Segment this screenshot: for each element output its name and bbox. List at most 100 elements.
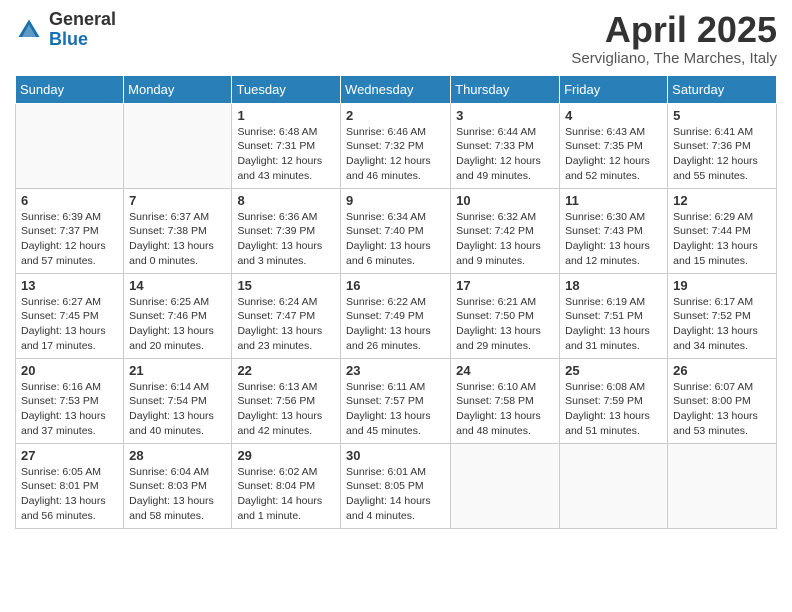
logo: General Blue (15, 10, 116, 50)
day-info: Sunrise: 6:27 AMSunset: 7:45 PMDaylight:… (21, 295, 118, 354)
weekday-header: Monday (124, 75, 232, 103)
day-cell: 12Sunrise: 6:29 AMSunset: 7:44 PMDayligh… (668, 188, 777, 273)
day-number: 10 (456, 193, 554, 208)
day-number: 9 (346, 193, 445, 208)
day-info: Sunrise: 6:34 AMSunset: 7:40 PMDaylight:… (346, 210, 445, 269)
day-info: Sunrise: 6:37 AMSunset: 7:38 PMDaylight:… (129, 210, 226, 269)
day-info: Sunrise: 6:14 AMSunset: 7:54 PMDaylight:… (129, 380, 226, 439)
day-number: 1 (237, 108, 335, 123)
day-info: Sunrise: 6:39 AMSunset: 7:37 PMDaylight:… (21, 210, 118, 269)
day-info: Sunrise: 6:13 AMSunset: 7:56 PMDaylight:… (237, 380, 335, 439)
logo-blue: Blue (49, 30, 116, 50)
day-number: 16 (346, 278, 445, 293)
day-cell: 26 Sunrise: 6:07 AMSunset: 8:00 PMDayligh… (668, 358, 777, 443)
day-cell: 3 Sunrise: 6:44 AMSunset: 7:33 PMDaylight… (451, 103, 560, 188)
location: Servigliano, The Marches, Italy (571, 50, 777, 67)
day-cell: 20 Sunrise: 6:16 AMSunset: 7:53 PMDayligh… (16, 358, 124, 443)
day-info: Sunrise: 6:44 AMSunset: 7:33 PMDaylight:… (456, 125, 554, 184)
logo-icon (15, 16, 43, 44)
logo-text: General Blue (49, 10, 116, 50)
day-info: Sunrise: 6:10 AMSunset: 7:58 PMDaylight:… (456, 380, 554, 439)
day-cell: 2 Sunrise: 6:46 AMSunset: 7:32 PMDaylight… (341, 103, 451, 188)
day-cell (668, 443, 777, 528)
month-title: April 2025 (571, 10, 777, 50)
day-cell: 6 Sunrise: 6:39 AMSunset: 7:37 PMDaylight… (16, 188, 124, 273)
weekday-header: Thursday (451, 75, 560, 103)
day-info: Sunrise: 6:41 AMSunset: 7:36 PMDaylight:… (673, 125, 771, 184)
day-number: 27 (21, 448, 118, 463)
day-info: Sunrise: 6:02 AMSunset: 8:04 PMDaylight:… (237, 465, 335, 524)
day-info: Sunrise: 6:21 AMSunset: 7:50 PMDaylight:… (456, 295, 554, 354)
day-number: 28 (129, 448, 226, 463)
day-cell: 14 Sunrise: 6:25 AMSunset: 7:46 PMDayligh… (124, 273, 232, 358)
day-cell: 30 Sunrise: 6:01 AMSunset: 8:05 PMDayligh… (341, 443, 451, 528)
day-info: Sunrise: 6:07 AMSunset: 8:00 PMDaylight:… (673, 380, 771, 439)
day-number: 4 (565, 108, 662, 123)
day-cell: 9 Sunrise: 6:34 AMSunset: 7:40 PMDaylight… (341, 188, 451, 273)
day-cell: 13 Sunrise: 6:27 AMSunset: 7:45 PMDayligh… (16, 273, 124, 358)
day-number: 12 (673, 193, 771, 208)
day-info: Sunrise: 6:48 AMSunset: 7:31 PMDaylight:… (237, 125, 335, 184)
day-cell: 21 Sunrise: 6:14 AMSunset: 7:54 PMDayligh… (124, 358, 232, 443)
day-number: 13 (21, 278, 118, 293)
day-info: Sunrise: 6:36 AMSunset: 7:39 PMDaylight:… (237, 210, 335, 269)
day-number: 5 (673, 108, 771, 123)
logo-general: General (49, 10, 116, 30)
day-cell: 18 Sunrise: 6:19 AMSunset: 7:51 PMDayligh… (560, 273, 668, 358)
day-cell: 27Sunrise: 6:05 AMSunset: 8:01 PMDayligh… (16, 443, 124, 528)
day-info: Sunrise: 6:08 AMSunset: 7:59 PMDaylight:… (565, 380, 662, 439)
week-row: 13 Sunrise: 6:27 AMSunset: 7:45 PMDayligh… (16, 273, 777, 358)
day-number: 22 (237, 363, 335, 378)
day-cell: 7Sunrise: 6:37 AMSunset: 7:38 PMDaylight… (124, 188, 232, 273)
day-info: Sunrise: 6:01 AMSunset: 8:05 PMDaylight:… (346, 465, 445, 524)
day-number: 3 (456, 108, 554, 123)
week-row: 27Sunrise: 6:05 AMSunset: 8:01 PMDayligh… (16, 443, 777, 528)
day-cell: 23Sunrise: 6:11 AMSunset: 7:57 PMDayligh… (341, 358, 451, 443)
day-cell: 1 Sunrise: 6:48 AMSunset: 7:31 PMDaylight… (232, 103, 341, 188)
day-number: 14 (129, 278, 226, 293)
page-header: General Blue April 2025 Servigliano, The… (15, 10, 777, 67)
day-info: Sunrise: 6:32 AMSunset: 7:42 PMDaylight:… (456, 210, 554, 269)
title-block: April 2025 Servigliano, The Marches, Ita… (571, 10, 777, 67)
day-number: 2 (346, 108, 445, 123)
weekday-header: Friday (560, 75, 668, 103)
day-info: Sunrise: 6:22 AMSunset: 7:49 PMDaylight:… (346, 295, 445, 354)
day-info: Sunrise: 6:43 AMSunset: 7:35 PMDaylight:… (565, 125, 662, 184)
calendar-table: SundayMondayTuesdayWednesdayThursdayFrid… (15, 75, 777, 529)
day-cell: 4 Sunrise: 6:43 AMSunset: 7:35 PMDaylight… (560, 103, 668, 188)
day-number: 18 (565, 278, 662, 293)
weekday-header: Saturday (668, 75, 777, 103)
day-cell: 10 Sunrise: 6:32 AMSunset: 7:42 PMDayligh… (451, 188, 560, 273)
day-number: 24 (456, 363, 554, 378)
day-number: 23 (346, 363, 445, 378)
weekday-header-row: SundayMondayTuesdayWednesdayThursdayFrid… (16, 75, 777, 103)
day-info: Sunrise: 6:25 AMSunset: 7:46 PMDaylight:… (129, 295, 226, 354)
day-number: 25 (565, 363, 662, 378)
day-cell: 29Sunrise: 6:02 AMSunset: 8:04 PMDayligh… (232, 443, 341, 528)
day-cell: 24 Sunrise: 6:10 AMSunset: 7:58 PMDayligh… (451, 358, 560, 443)
day-info: Sunrise: 6:16 AMSunset: 7:53 PMDaylight:… (21, 380, 118, 439)
day-number: 19 (673, 278, 771, 293)
day-cell (16, 103, 124, 188)
day-number: 26 (673, 363, 771, 378)
week-row: 1 Sunrise: 6:48 AMSunset: 7:31 PMDaylight… (16, 103, 777, 188)
day-number: 30 (346, 448, 445, 463)
day-info: Sunrise: 6:46 AMSunset: 7:32 PMDaylight:… (346, 125, 445, 184)
day-number: 6 (21, 193, 118, 208)
day-cell (124, 103, 232, 188)
day-number: 15 (237, 278, 335, 293)
day-cell: 25 Sunrise: 6:08 AMSunset: 7:59 PMDayligh… (560, 358, 668, 443)
day-cell: 19 Sunrise: 6:17 AMSunset: 7:52 PMDayligh… (668, 273, 777, 358)
day-info: Sunrise: 6:17 AMSunset: 7:52 PMDaylight:… (673, 295, 771, 354)
weekday-header: Tuesday (232, 75, 341, 103)
day-cell: 16 Sunrise: 6:22 AMSunset: 7:49 PMDayligh… (341, 273, 451, 358)
day-info: Sunrise: 6:19 AMSunset: 7:51 PMDaylight:… (565, 295, 662, 354)
day-cell (560, 443, 668, 528)
day-cell (451, 443, 560, 528)
day-number: 20 (21, 363, 118, 378)
day-number: 8 (237, 193, 335, 208)
day-number: 21 (129, 363, 226, 378)
day-cell: 17Sunrise: 6:21 AMSunset: 7:50 PMDayligh… (451, 273, 560, 358)
day-info: Sunrise: 6:30 AMSunset: 7:43 PMDaylight:… (565, 210, 662, 269)
day-number: 11 (565, 193, 662, 208)
